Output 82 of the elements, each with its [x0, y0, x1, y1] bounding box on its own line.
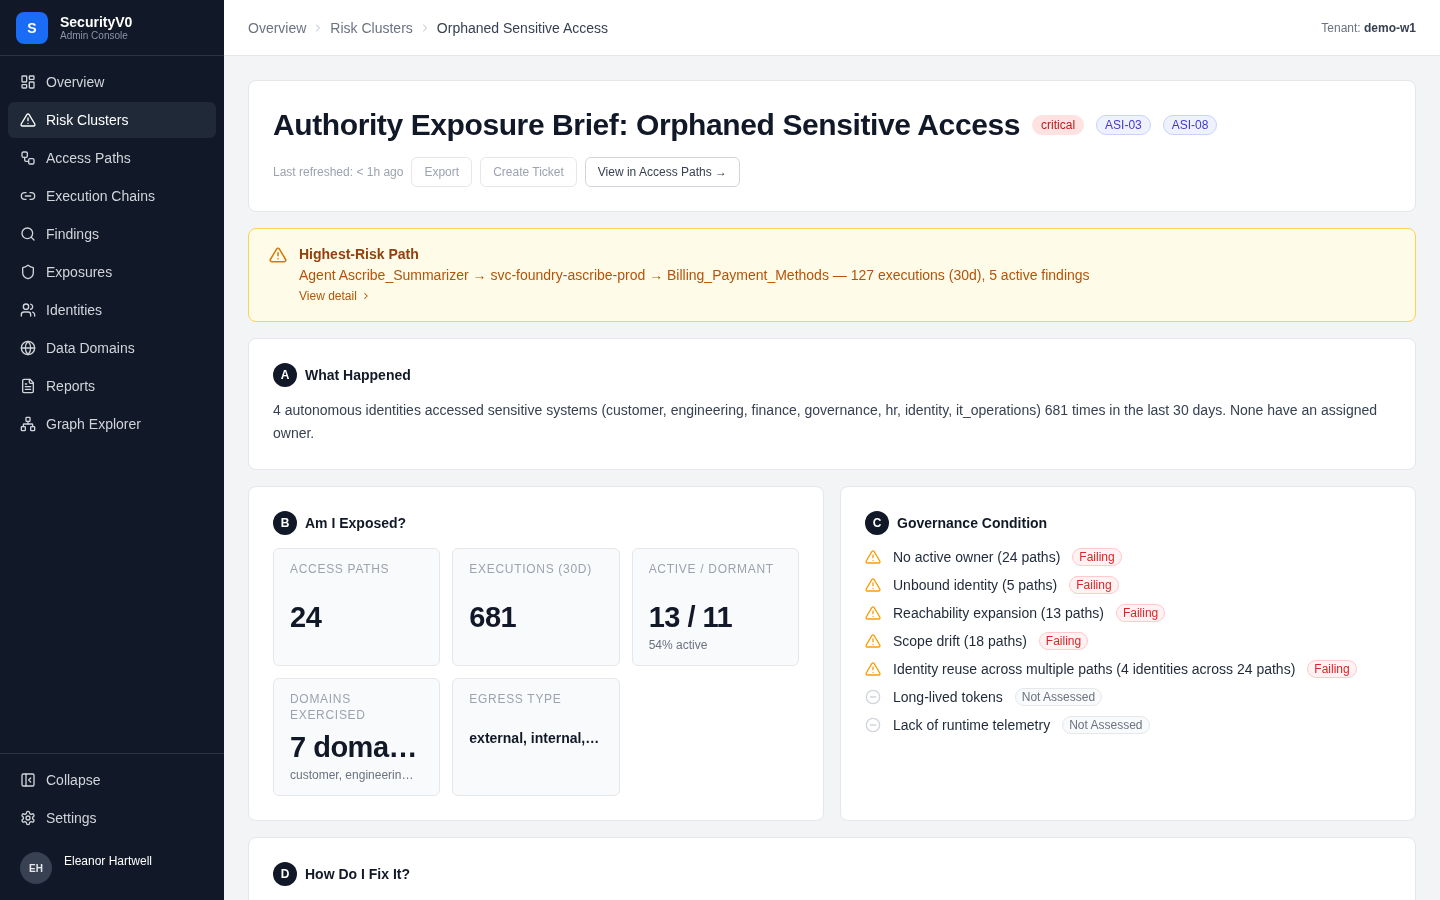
warning-icon	[865, 577, 881, 593]
nav-item[interactable]: Graph Explorer	[8, 406, 216, 442]
metric-value: 13 / 11	[648, 600, 733, 635]
app-subtitle: Admin Console	[60, 29, 128, 42]
app-name: SecurityV0	[60, 13, 133, 30]
metric-value: 681	[469, 600, 517, 635]
condition-text: Scope drift (18 paths)	[893, 632, 1027, 651]
metric-label: DOMAINS EXERCISED	[290, 691, 367, 723]
status-badge: Failing	[1072, 548, 1122, 566]
section-title: What Happened	[305, 367, 411, 383]
hierarchy-icon	[20, 416, 36, 432]
last-refreshed-text: Last refreshed: < 1h ago	[273, 165, 404, 179]
status-badge: Not Assessed	[1014, 688, 1103, 706]
severity-tag: critical	[1032, 115, 1085, 135]
status-badge: Failing	[1038, 632, 1089, 650]
user-name: Eleanor Hartwell	[64, 853, 153, 869]
shield-icon	[20, 264, 36, 280]
metric-label: ACTIVE / DORMANT	[648, 561, 775, 578]
alert-text: Agent Ascribe_Summarizer → svc-foundry-ascribe-prod → Billing_Payment_Methods — 127 executions (30d), 5 active findings	[299, 266, 1090, 285]
metric-value: 7 doma…	[290, 730, 418, 765]
step-marker: B	[273, 511, 297, 535]
nav-item[interactable]: Findings	[8, 216, 216, 252]
nav-item[interactable]: Execution Chains	[8, 178, 216, 214]
sidebar-footer-item[interactable]: Collapse	[8, 762, 216, 798]
condition-text: Long-lived tokens	[893, 688, 1003, 707]
user-avatar[interactable]: EH	[20, 852, 52, 884]
nav-item[interactable]: Risk Clusters	[8, 102, 216, 138]
linked-squares-icon	[20, 150, 36, 166]
step-marker: A	[273, 363, 297, 387]
condition-text: Identity reuse across multiple paths (4 identities across 24 paths)	[893, 660, 1296, 679]
section-title: Governance Condition	[897, 515, 1048, 531]
warning-icon	[865, 633, 881, 649]
framework-tag: ASI-03	[1096, 115, 1151, 135]
warning-icon	[865, 605, 881, 621]
condition-text: Unbound identity (5 paths)	[893, 576, 1058, 595]
panel-collapse-icon	[20, 772, 36, 788]
nav-item[interactable]: Reports	[8, 368, 216, 404]
status-badge: Failing	[1307, 660, 1357, 678]
settings-icon	[20, 810, 36, 826]
nav-item[interactable]: Exposures	[8, 254, 216, 290]
document-icon	[20, 378, 36, 394]
nav-item[interactable]: Identities	[8, 292, 216, 328]
breadcrumb-link[interactable]: Orphaned Sensitive Access	[436, 19, 609, 36]
step-marker: D	[273, 862, 297, 886]
section-text: 4 autonomous identities accessed sensitive systems (customer, engineering, finance, governance, hr, identity, it_operations) 681 times in the last 30 days. None have an assigned owner.	[273, 401, 1379, 443]
status-badge: Not Assessed	[1062, 716, 1150, 734]
warning-icon	[20, 112, 36, 128]
nav-item[interactable]: Overview	[8, 64, 216, 100]
users-icon	[20, 302, 36, 318]
alert-title: Highest-Risk Path	[299, 245, 419, 264]
breadcrumb-link[interactable]: Overview	[248, 19, 307, 36]
section-title: Am I Exposed?	[305, 515, 407, 531]
nav-item[interactable]: Access Paths	[8, 140, 216, 176]
metric-note: 54% active	[648, 637, 708, 653]
action-button[interactable]: View in Access Paths →	[584, 157, 740, 187]
page-title: Authority Exposure Brief: Orphaned Sensitive Access	[273, 107, 1021, 143]
app-logo: S	[16, 11, 48, 44]
framework-tag: ASI-08	[1162, 115, 1218, 135]
status-badge: Failing	[1115, 604, 1166, 622]
section-title: How Do I Fix It?	[305, 866, 410, 882]
warning-icon	[865, 549, 881, 565]
status-badge: Failing	[1069, 576, 1119, 594]
condition-text: Lack of runtime telemetry	[893, 716, 1051, 735]
breadcrumb-link[interactable]: Risk Clusters	[330, 19, 413, 36]
warning-icon	[865, 661, 881, 677]
search-icon	[20, 226, 36, 242]
step-marker: C	[865, 511, 889, 535]
grid-icon	[20, 74, 36, 90]
metric-value: 24	[290, 600, 322, 635]
view-detail-link[interactable]: View detail	[299, 286, 371, 306]
warning-icon	[269, 246, 287, 264]
sidebar-footer-item[interactable]: Settings	[8, 800, 216, 836]
globe-icon	[20, 340, 36, 356]
metric-label: EXECUTIONS (30D)	[469, 561, 593, 578]
metric-note: customer, engineerin…	[290, 767, 414, 783]
metric-label: EGRESS TYPE	[469, 691, 563, 708]
nav-item[interactable]: Data Domains	[8, 330, 216, 366]
condition-text: No active owner (24 paths)	[893, 548, 1061, 567]
condition-text: Reachability expansion (13 paths)	[893, 604, 1104, 623]
tenant-label: Tenant: demo-w1	[1321, 20, 1416, 35]
metric-label: ACCESS PATHS	[290, 561, 391, 578]
metric-value: external, internal,…	[469, 729, 600, 748]
